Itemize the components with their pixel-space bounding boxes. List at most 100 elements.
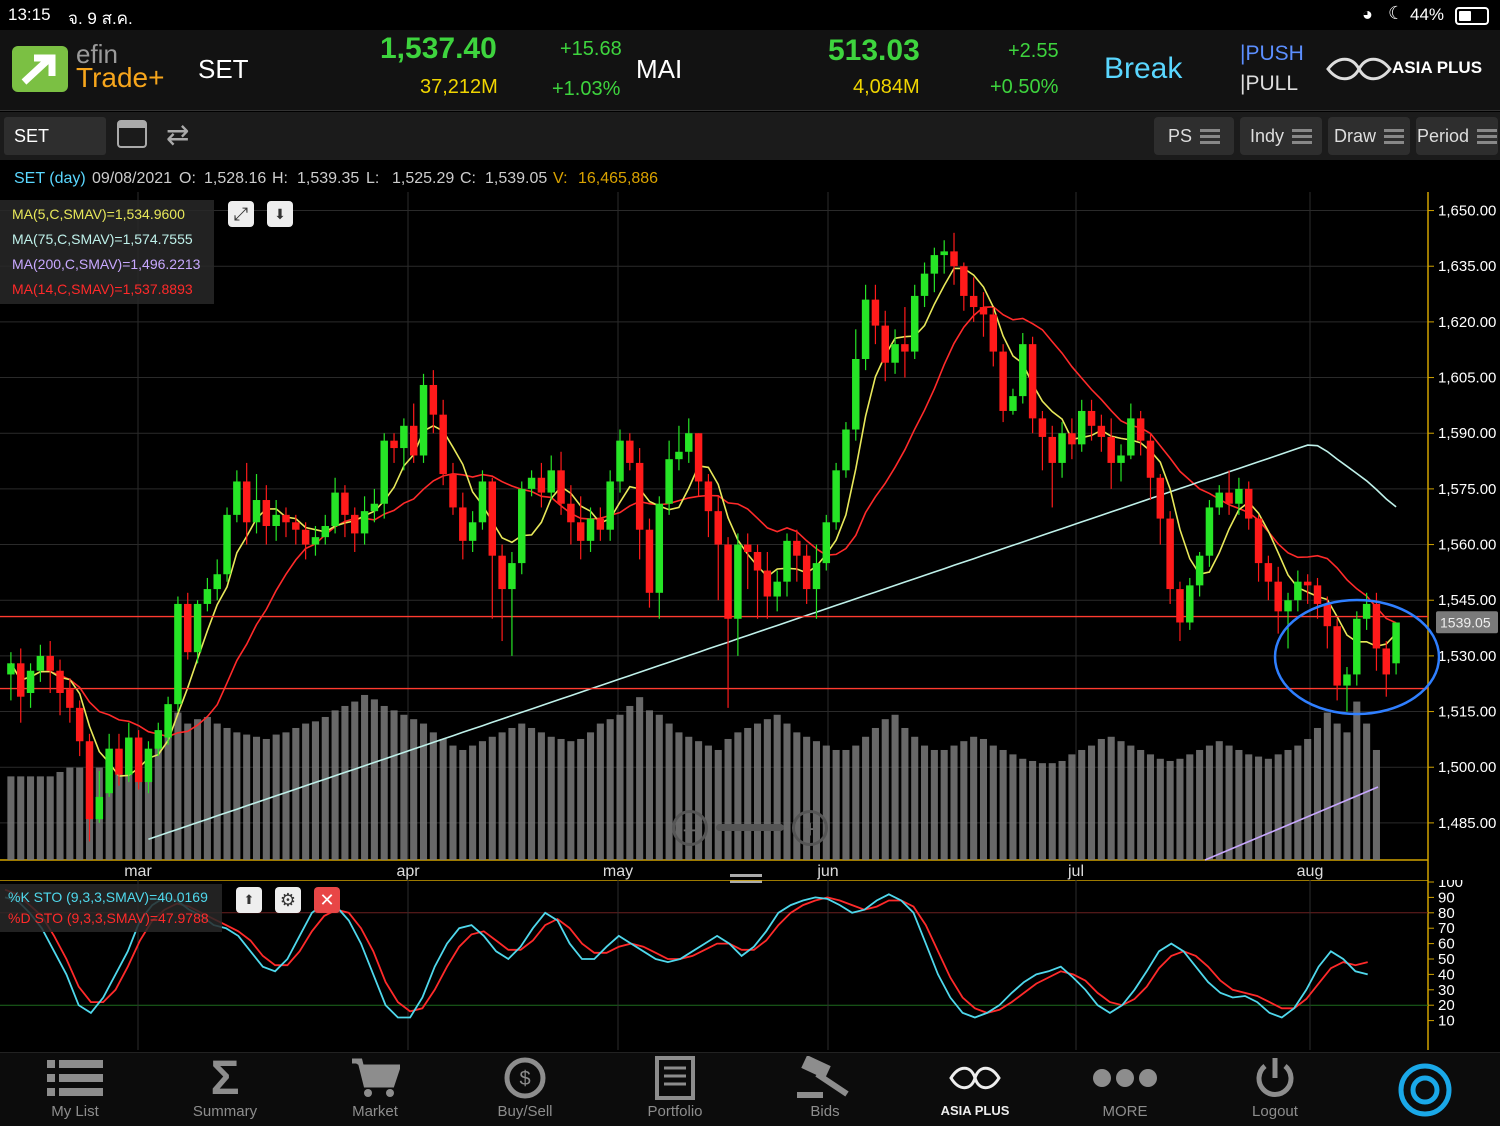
volume-bar: [1117, 741, 1125, 860]
ma14-legend: MA(14,C,SMAV)=1,537.8893: [12, 281, 193, 297]
zoom-out-icon[interactable]: −: [672, 810, 708, 846]
candle-body: [1077, 410, 1086, 445]
candle-body: [508, 563, 516, 590]
nav-summary[interactable]: Σ Summary: [150, 1052, 300, 1126]
draw-label: Draw: [1333, 125, 1376, 146]
info-close: 1,539.05: [485, 170, 548, 187]
zoom-slider[interactable]: [716, 824, 784, 831]
y-tick-label: 1,590.00: [1438, 425, 1496, 442]
volume-bar: [1048, 763, 1056, 860]
candle-body: [1136, 418, 1145, 441]
volume-bar: [1019, 758, 1027, 860]
volume-bar: [950, 745, 958, 860]
candle-body: [164, 704, 172, 738]
nav-market[interactable]: Market: [300, 1053, 450, 1126]
mai-label[interactable]: MAI: [636, 54, 682, 85]
push-label: PUSH: [1245, 42, 1304, 65]
broker-name: ASIA PLUS: [1392, 58, 1483, 77]
volume-bar: [194, 719, 202, 860]
resize-handle[interactable]: [730, 874, 762, 877]
volume-bar: [233, 732, 241, 860]
candle-body: [793, 540, 801, 556]
candle-body: [321, 526, 330, 538]
volume-bar: [361, 694, 369, 860]
volume-bar: [753, 723, 762, 860]
candle-body: [596, 518, 605, 530]
price-chart[interactable]: 1,650.00 1,635.00 1,620.00 1,605.00 1,590.00…: [0, 192, 1500, 880]
nav-asia-plus[interactable]: ASIA PLUS: [900, 1053, 1050, 1126]
candle-body: [1382, 648, 1390, 675]
volume-bar: [1353, 701, 1361, 860]
volume-bar: [478, 741, 486, 860]
quick-action-icon[interactable]: [1398, 1063, 1452, 1122]
volume-bar: [1058, 760, 1066, 860]
candle-body: [125, 737, 133, 775]
indy-button[interactable]: Indy: [1240, 117, 1322, 155]
candle-body: [1244, 488, 1253, 519]
nav-portfolio[interactable]: Portfolio: [600, 1053, 750, 1126]
period-button[interactable]: Period: [1416, 117, 1498, 155]
asiaplus-logo-icon: [1324, 56, 1394, 87]
candle-body: [734, 544, 742, 619]
nav-buy-sell[interactable]: $ Buy/Sell: [450, 1053, 600, 1126]
volume-bar: [410, 719, 418, 860]
set-label[interactable]: SET: [198, 54, 249, 85]
download-icon[interactable]: ⬇: [267, 201, 293, 227]
candle-body: [576, 522, 585, 541]
volume-bar: [626, 705, 634, 860]
volume-bar: [744, 727, 752, 860]
candle-body: [370, 503, 379, 512]
candle-body: [66, 689, 74, 708]
stochastic-chart[interactable]: 100908070605040302010: [0, 880, 1500, 1052]
moon-icon: ☾: [1388, 3, 1405, 23]
ps-button[interactable]: PS: [1154, 117, 1234, 155]
pull-button[interactable]: |PULL: [1240, 72, 1298, 96]
candle-body: [852, 359, 860, 430]
candle-body: [763, 570, 772, 597]
mai-change: +2.55: [1008, 40, 1059, 62]
nav-logout[interactable]: Logout: [1200, 1053, 1350, 1126]
nav-my-list[interactable]: My List: [0, 1053, 150, 1126]
ma200-legend: MA(200,C,SMAV)=1,496.2213: [12, 256, 201, 272]
volume-bar: [783, 723, 791, 860]
symbol-input[interactable]: SET: [4, 117, 106, 155]
volume-bar: [596, 723, 604, 860]
candle-body: [272, 514, 280, 526]
nav-bids[interactable]: Bids: [750, 1053, 900, 1126]
break-button[interactable]: Break: [1104, 52, 1182, 86]
push-button[interactable]: |PUSH: [1240, 42, 1304, 66]
settings-icon[interactable]: ⚙: [275, 887, 301, 913]
candle-body: [1254, 518, 1263, 564]
menu-icon: [1477, 128, 1498, 132]
expand-icon[interactable]: ⤢: [228, 201, 254, 227]
refresh-icon[interactable]: ⇄: [166, 118, 189, 151]
draw-button[interactable]: Draw: [1328, 117, 1410, 155]
candle-body: [311, 537, 320, 545]
volume-bar: [174, 712, 182, 860]
volume-bar: [252, 736, 261, 860]
y-tick-label: 1,575.00: [1438, 481, 1496, 498]
y-tick-label: 1,500.00: [1438, 759, 1496, 776]
candle-body: [1343, 674, 1351, 686]
calendar-icon[interactable]: [117, 120, 147, 148]
y-tick-label: 1,650.00: [1438, 203, 1496, 220]
close-icon[interactable]: ✕: [314, 887, 340, 913]
volume-bar: [1196, 749, 1204, 860]
candle-body: [468, 522, 477, 541]
move-up-icon[interactable]: ⬆: [236, 887, 262, 913]
info-low-label: L:: [366, 170, 380, 187]
zoom-in-icon[interactable]: +: [792, 810, 828, 846]
volume-bar: [311, 721, 319, 860]
candle-body: [17, 663, 25, 697]
candle-body: [1274, 581, 1282, 612]
nav-more[interactable]: MORE: [1050, 1053, 1200, 1126]
volume-bar: [1038, 763, 1046, 860]
candle-body: [341, 492, 349, 515]
candle-body: [1048, 436, 1056, 463]
volume-bar: [636, 697, 644, 860]
candle-body: [331, 492, 339, 526]
period-label: Period: [1416, 125, 1470, 146]
candle-body: [1333, 626, 1341, 686]
candle-body: [36, 655, 45, 671]
battery-percent: 44%: [1410, 5, 1445, 24]
